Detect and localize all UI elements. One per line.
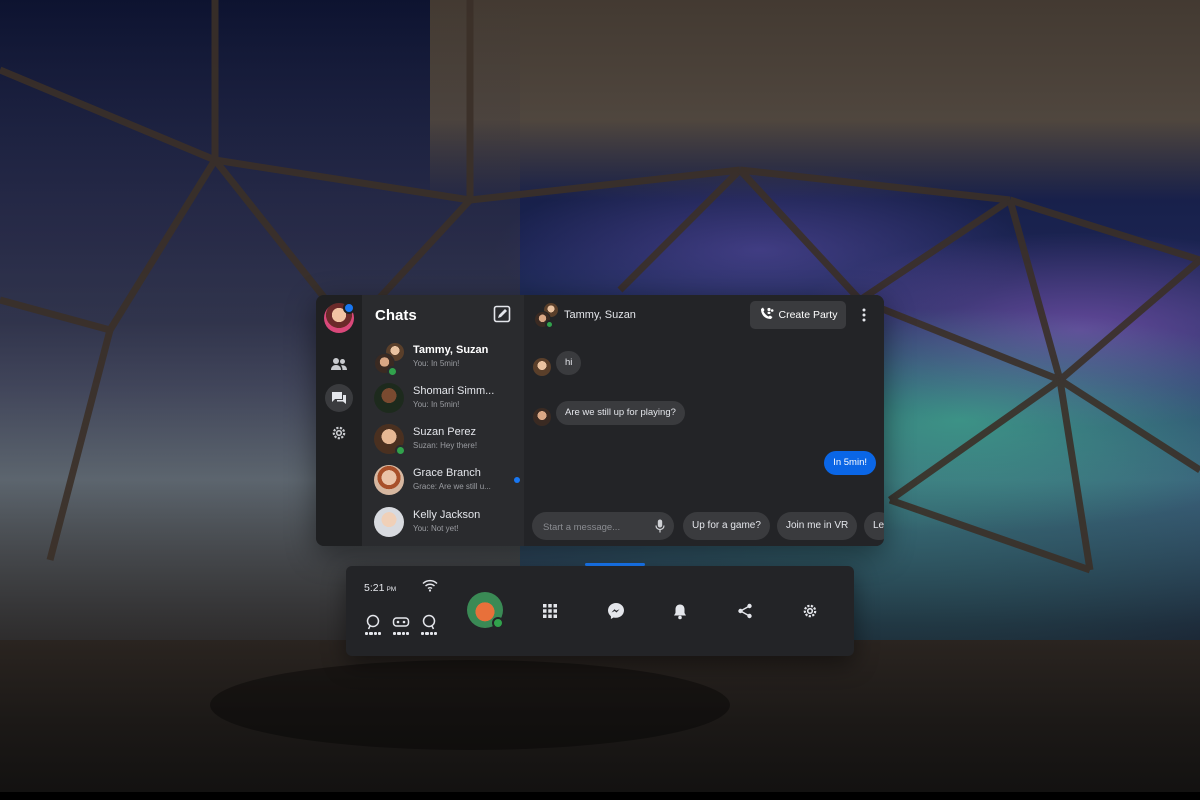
- message-input[interactable]: [541, 518, 653, 536]
- conversation-title: Tammy, Suzan: [564, 309, 636, 321]
- battery-level: [421, 632, 437, 635]
- share-icon[interactable]: [735, 601, 755, 621]
- message-bubble: hi: [556, 351, 582, 375]
- headset-icon[interactable]: [392, 614, 410, 638]
- list-item[interactable]: Grace Branch Grace: Are we still u...: [374, 461, 524, 499]
- online-indicator: [395, 445, 406, 456]
- chat-preview: You: Not yet!: [413, 524, 459, 533]
- rug: [210, 660, 730, 750]
- clock: 5:21 PM: [364, 582, 396, 594]
- list-item[interactable]: Kelly Jackson You: Not yet!: [374, 503, 524, 541]
- chat-name: Grace Branch: [413, 467, 481, 479]
- nav-rail: [316, 295, 362, 546]
- message-composer[interactable]: [532, 512, 674, 540]
- gear-icon[interactable]: [800, 601, 820, 621]
- microphone-icon[interactable]: [655, 519, 665, 533]
- chat-preview: Suzan: Hey there!: [413, 441, 478, 450]
- compose-icon[interactable]: [493, 305, 513, 325]
- chat-preview: You: In 5min!: [413, 359, 460, 368]
- clock-time: 5:21: [364, 582, 385, 594]
- profile-avatar[interactable]: [324, 302, 355, 333]
- wifi-icon[interactable]: [422, 579, 438, 592]
- sender-avatar: [533, 408, 551, 426]
- clock-ampm: PM: [386, 586, 397, 593]
- list-item[interactable]: Shomari Simm... You: In 5min!: [374, 379, 524, 417]
- create-party-button[interactable]: Create Party: [750, 301, 846, 329]
- avatar: [374, 465, 404, 495]
- avatar: [374, 383, 404, 413]
- list-item[interactable]: Suzan Perez Suzan: Hey there!: [374, 420, 524, 458]
- chat-name: Kelly Jackson: [413, 509, 481, 521]
- online-indicator: [492, 617, 504, 629]
- create-party-label: Create Party: [778, 309, 838, 321]
- chat-preview: You: In 5min!: [413, 400, 460, 409]
- avatar: [374, 424, 406, 456]
- left-controller-icon[interactable]: [364, 614, 382, 638]
- chat-icon[interactable]: [325, 384, 353, 412]
- conversation-header: Tammy, Suzan Create Party: [524, 295, 884, 335]
- battery-level: [393, 632, 409, 635]
- people-icon[interactable]: [325, 350, 353, 378]
- message-bubble-sent: In 5min!: [824, 451, 876, 475]
- avatar: [374, 507, 404, 537]
- chats-title: Chats: [375, 307, 417, 324]
- right-controller-icon[interactable]: [420, 614, 438, 638]
- universal-menu-bar: 5:21 PM: [346, 566, 854, 656]
- apps-icon[interactable]: [540, 601, 560, 621]
- bell-icon[interactable]: [670, 601, 690, 621]
- battery-level: [365, 632, 381, 635]
- list-item[interactable]: Tammy, Suzan You: In 5min!: [374, 338, 524, 377]
- chat-name: Tammy, Suzan: [413, 344, 489, 356]
- quick-reply-chip[interactable]: Join me in VR: [777, 512, 858, 540]
- more-options-icon[interactable]: [858, 306, 870, 324]
- gear-icon[interactable]: [325, 419, 353, 447]
- notification-dot: [343, 302, 355, 314]
- message-bubble: Are we still up for playing?: [556, 401, 685, 425]
- quick-reply-chip[interactable]: Up for a game?: [683, 512, 770, 540]
- quick-reply-chip[interactable]: Le: [864, 512, 884, 540]
- unread-dot: [514, 477, 520, 483]
- chat-name: Suzan Perez: [413, 426, 476, 438]
- user-avatar[interactable]: [467, 592, 504, 629]
- online-indicator: [387, 366, 398, 377]
- conversation-pane: Tammy, Suzan Create Party hi Are we stil…: [524, 295, 884, 546]
- online-indicator: [545, 320, 554, 329]
- group-avatar: [374, 342, 405, 377]
- chat-preview: Grace: Are we still u...: [413, 482, 491, 491]
- chat-list: Chats Tammy, Suzan You: In 5min! Shomari…: [362, 295, 524, 546]
- messenger-icon[interactable]: [606, 601, 626, 621]
- sender-avatar: [533, 358, 551, 376]
- messenger-panel: Chats Tammy, Suzan You: In 5min! Shomari…: [316, 295, 884, 546]
- group-avatar: [534, 302, 560, 329]
- chat-name: Shomari Simm...: [413, 385, 495, 397]
- party-call-icon: [759, 307, 774, 324]
- screen-edge: [0, 792, 1200, 800]
